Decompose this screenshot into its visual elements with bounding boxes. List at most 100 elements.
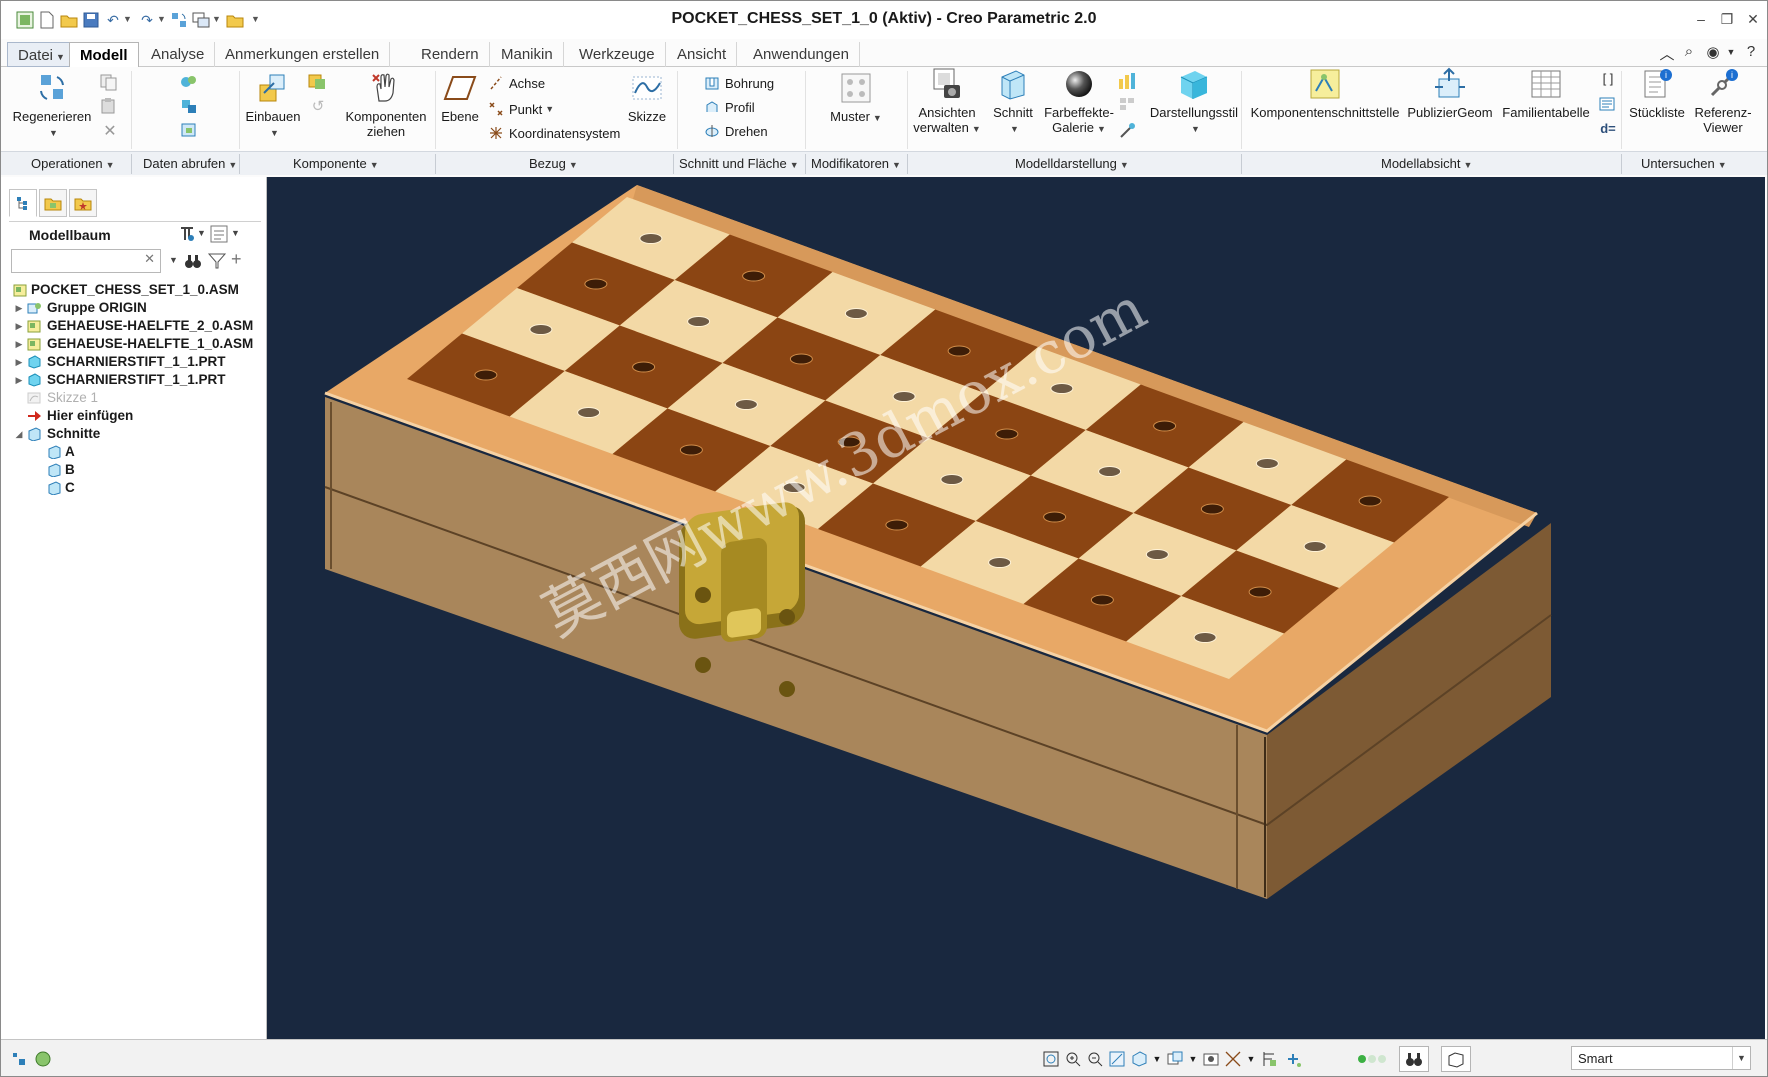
- group-bezug[interactable]: Bezug ▼: [529, 156, 578, 171]
- tab-modell[interactable]: Modell: [69, 42, 139, 68]
- drehen-button[interactable]: Drehen: [703, 121, 768, 141]
- find-binoculars-icon[interactable]: [183, 251, 203, 271]
- expand-toggle-icon[interactable]: ◢: [13, 425, 25, 443]
- achse-button[interactable]: Achse: [487, 73, 545, 93]
- farbeffekte-galerie-button[interactable]: Farbeffekte- Galerie ▼: [1037, 67, 1121, 137]
- zoom-out-icon[interactable]: [1085, 1049, 1105, 1069]
- schnitt-button[interactable]: Schnitt ▼: [985, 67, 1041, 137]
- stueckliste-button[interactable]: i Stückliste: [1621, 67, 1693, 120]
- refit-icon[interactable]: [1041, 1049, 1061, 1069]
- tab-manikin[interactable]: Manikin: [491, 42, 564, 67]
- chess-box-model[interactable]: 莫西网www.3dmox.com: [267, 177, 1765, 1039]
- tree-item[interactable]: ▶ GEHAEUSE-HAELFTE_1_0.ASM: [9, 335, 261, 353]
- tab-anwendungen[interactable]: Anwendungen: [743, 42, 860, 67]
- restore-button[interactable]: ❐: [1717, 9, 1737, 29]
- selection-filter-select[interactable]: Smart ▼: [1571, 1046, 1751, 1070]
- tree-item[interactable]: C: [9, 479, 261, 497]
- zoom-in-icon[interactable]: [1063, 1049, 1083, 1069]
- view-manager-icon[interactable]: [1165, 1049, 1185, 1069]
- model-tree-tab[interactable]: [9, 189, 37, 217]
- group-modifikatoren[interactable]: Modifikatoren ▼: [811, 156, 901, 171]
- tree-item[interactable]: POCKET_CHESS_SET_1_0.ASM: [9, 281, 261, 299]
- tree-item[interactable]: Hier einfügen: [9, 407, 261, 425]
- tab-analyse[interactable]: Analyse: [141, 42, 216, 67]
- favorites-tab[interactable]: [69, 189, 97, 217]
- search-dropdown-icon[interactable]: ▼: [169, 255, 178, 265]
- relations-icon[interactable]: [ ]: [1597, 71, 1619, 91]
- group-untersuchen[interactable]: Untersuchen ▼: [1641, 156, 1727, 171]
- referenz-viewer-button[interactable]: i Referenz- Viewer: [1687, 67, 1759, 135]
- punkt-button[interactable]: Punkt ▼: [487, 99, 554, 119]
- einbauen-button[interactable]: Einbauen ▼: [243, 71, 303, 141]
- paste-icon[interactable]: [99, 97, 121, 117]
- group-operationen[interactable]: Operationen ▼: [31, 156, 114, 171]
- merge-icon[interactable]: [179, 97, 201, 117]
- shrinkwrap-icon[interactable]: [179, 73, 201, 93]
- datum-display-icon[interactable]: [1223, 1049, 1243, 1069]
- selection-box-button[interactable]: [1441, 1046, 1471, 1072]
- regenerieren-button[interactable]: Regenerieren ▼: [11, 71, 93, 141]
- expand-toggle-icon[interactable]: ▶: [13, 299, 25, 317]
- komponenten-ziehen-button[interactable]: Komponenten ziehen: [341, 71, 431, 139]
- clear-search-icon[interactable]: ✕: [144, 251, 155, 267]
- display-tool-icon[interactable]: [1117, 121, 1139, 141]
- inheritance-icon[interactable]: [179, 121, 201, 141]
- bohrung-button[interactable]: Bohrung: [703, 73, 774, 93]
- graphics-window[interactable]: 莫西网www.3dmox.com: [267, 177, 1765, 1039]
- group-schnitt-und-flaeche[interactable]: Schnitt und Fläche ▼: [679, 156, 799, 171]
- datum-display-dropdown-icon[interactable]: ▼: [1241, 1049, 1261, 1069]
- delete-icon[interactable]: ✕: [99, 121, 121, 141]
- ribbon-collapse-icon[interactable]: ︿: [1657, 43, 1677, 63]
- perspective-icon[interactable]: [1201, 1049, 1221, 1069]
- display-style-small-icon[interactable]: [1117, 71, 1139, 91]
- filter-icon[interactable]: [207, 251, 227, 271]
- publiziergeom-button[interactable]: PublizierGeom: [1403, 67, 1497, 120]
- komponentenschnittstelle-button[interactable]: Komponentenschnittstelle: [1245, 67, 1405, 120]
- tree-item[interactable]: A: [9, 443, 261, 461]
- repeat-icon[interactable]: ↺: [307, 97, 329, 117]
- dimensions-icon[interactable]: d=: [1597, 121, 1619, 141]
- tree-item[interactable]: ▶ SCHARNIERSTIFT_1_1.PRT: [9, 353, 261, 371]
- tree-item[interactable]: ▶ SCHARNIERSTIFT_1_1.PRT: [9, 371, 261, 389]
- show-navigator-icon[interactable]: [9, 1049, 29, 1069]
- tab-werkzeuge[interactable]: Werkzeuge: [569, 42, 666, 67]
- close-button[interactable]: ✕: [1743, 9, 1763, 29]
- copy-icon[interactable]: [99, 73, 121, 93]
- tree-item[interactable]: ▶ GEHAEUSE-HAELFTE_2_0.ASM: [9, 317, 261, 335]
- tab-datei[interactable]: Datei ▼: [7, 42, 76, 67]
- spin-center-icon[interactable]: [1283, 1049, 1303, 1069]
- tree-settings-icon[interactable]: [177, 224, 197, 244]
- expand-toggle-icon[interactable]: ▶: [13, 371, 25, 389]
- expand-toggle-icon[interactable]: ▶: [13, 335, 25, 353]
- view-manager-dropdown-icon[interactable]: ▼: [1183, 1049, 1203, 1069]
- group-modelldarstellung[interactable]: Modelldarstellung ▼: [1015, 156, 1129, 171]
- muster-button[interactable]: Muster ▼: [821, 71, 891, 126]
- koordinatensystem-button[interactable]: Koordinatensystem: [487, 123, 620, 143]
- tree-item[interactable]: ◢ Schnitte: [9, 425, 261, 443]
- find-button[interactable]: [1399, 1046, 1429, 1072]
- ebene-button[interactable]: Ebene: [435, 71, 485, 124]
- tab-anmerkungen-erstellen[interactable]: Anmerkungen erstellen: [215, 42, 391, 67]
- darstellungsstil-button[interactable]: Darstellungsstil ▼: [1141, 67, 1247, 137]
- show-options-dropdown-icon[interactable]: ▼: [231, 228, 240, 238]
- profil-button[interactable]: Profil: [703, 97, 755, 117]
- parameters-icon[interactable]: [1597, 95, 1619, 115]
- tab-rendern[interactable]: Rendern: [411, 42, 490, 67]
- skizze-button[interactable]: Skizze: [619, 71, 675, 124]
- tree-settings-dropdown-icon[interactable]: ▼: [197, 228, 206, 238]
- repaint-icon[interactable]: [1107, 1049, 1127, 1069]
- community-icon[interactable]: ◉: [1703, 43, 1723, 63]
- show-browser-icon[interactable]: [33, 1049, 53, 1069]
- layers-icon[interactable]: [1117, 95, 1139, 115]
- tree-search-input[interactable]: ✕: [11, 249, 161, 273]
- saved-orientations-icon[interactable]: [1129, 1049, 1149, 1069]
- group-daten-abrufen[interactable]: Daten abrufen ▼: [143, 156, 237, 171]
- expand-toggle-icon[interactable]: ▶: [13, 353, 25, 371]
- annotation-display-icon[interactable]: [1259, 1049, 1279, 1069]
- add-column-icon[interactable]: +: [231, 249, 242, 270]
- familientabelle-button[interactable]: Familientabelle: [1497, 67, 1595, 120]
- search-icon[interactable]: ⌕: [1679, 43, 1699, 63]
- folder-browser-tab[interactable]: [39, 189, 67, 217]
- tree-item[interactable]: B: [9, 461, 261, 479]
- group-komponente[interactable]: Komponente ▼: [293, 156, 379, 171]
